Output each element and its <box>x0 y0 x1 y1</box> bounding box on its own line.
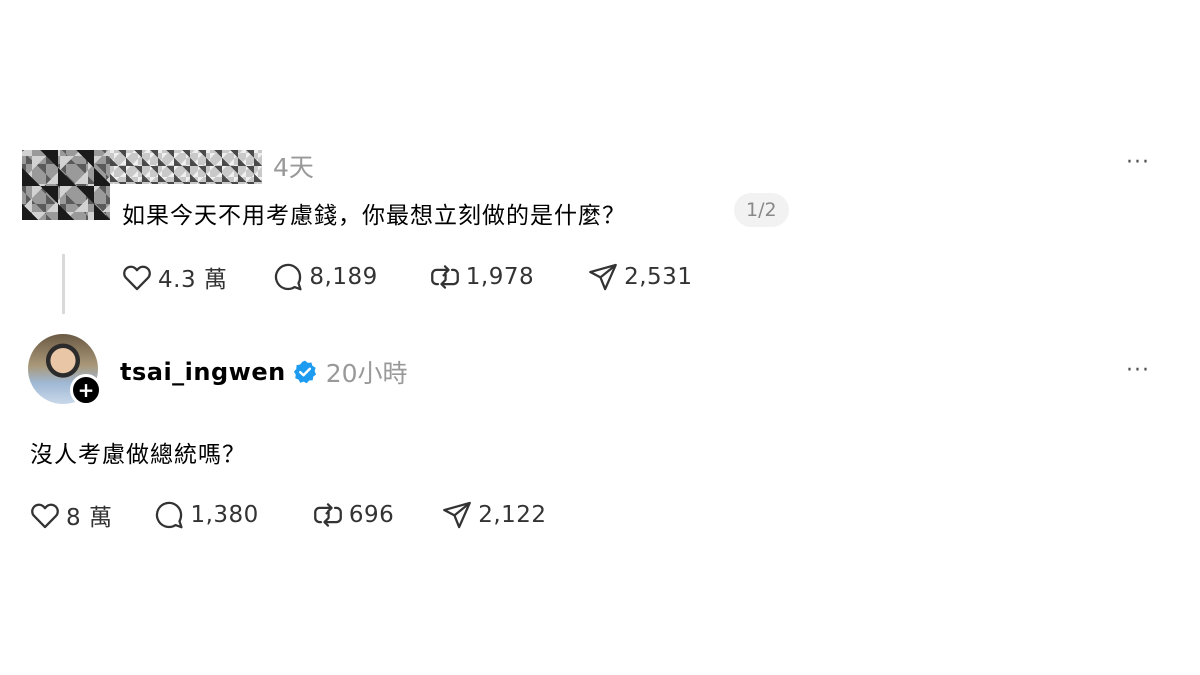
verified-badge-icon <box>293 360 316 384</box>
post1-page-counter[interactable]: 1/2 <box>734 193 789 227</box>
post1-share-button[interactable]: 2,531 <box>586 260 692 294</box>
post2-comment-button[interactable]: 1,380 <box>152 498 258 532</box>
post1-text: 如果今天不用考慮錢，你最想立刻做的是什麼？ <box>122 203 626 229</box>
comment-icon <box>156 501 184 529</box>
post2-header: tsai_ingwen 20小時 <box>120 354 408 390</box>
post1-avatar-censored[interactable] <box>22 150 110 220</box>
repost-icon <box>430 265 459 289</box>
post2-username[interactable]: tsai_ingwen <box>120 358 286 386</box>
post1-comment-button[interactable]: 8,189 <box>271 260 377 294</box>
post2-share-button[interactable]: 2,122 <box>440 498 546 532</box>
repost-icon <box>313 503 342 527</box>
post2-repost-button[interactable]: 696 <box>311 498 394 532</box>
post2-more-icon[interactable]: ··· <box>1126 360 1150 382</box>
post2-text: 沒人考慮做總統嗎？ <box>30 442 246 468</box>
heart-icon <box>31 503 59 529</box>
post1-share-count: 2,531 <box>624 264 693 290</box>
comment-icon <box>275 263 302 291</box>
share-icon <box>589 263 617 291</box>
post1-like-count: 4.3 萬 <box>158 267 228 293</box>
post1-repost-button[interactable]: 1,978 <box>428 260 534 294</box>
post2-share-count: 2,122 <box>478 502 547 528</box>
post1-like-button[interactable]: 4.3 萬 <box>120 260 227 294</box>
post1-timestamp: 4天 <box>273 153 314 182</box>
follow-plus-icon[interactable]: + <box>70 374 102 406</box>
thread-connector-line <box>62 254 65 314</box>
post2-actions: 8 萬 1,380 696 2,122 <box>28 498 547 532</box>
heart-icon <box>123 265 151 291</box>
post1-repost-count: 1,978 <box>465 264 535 290</box>
post2-like-count: 8 萬 <box>66 505 113 531</box>
post1-username-censored[interactable] <box>110 150 262 184</box>
post2-timestamp: 20小時 <box>325 359 408 388</box>
post1-more-icon[interactable]: ··· <box>1126 152 1150 174</box>
post2-comment-count: 1,380 <box>190 502 259 528</box>
post2-like-button[interactable]: 8 萬 <box>28 498 112 532</box>
post2-repost-count: 696 <box>348 502 395 528</box>
share-icon <box>443 501 472 529</box>
post1-actions: 4.3 萬 8,189 1,978 2,531 <box>120 260 692 294</box>
post1-comment-count: 8,189 <box>309 264 378 290</box>
